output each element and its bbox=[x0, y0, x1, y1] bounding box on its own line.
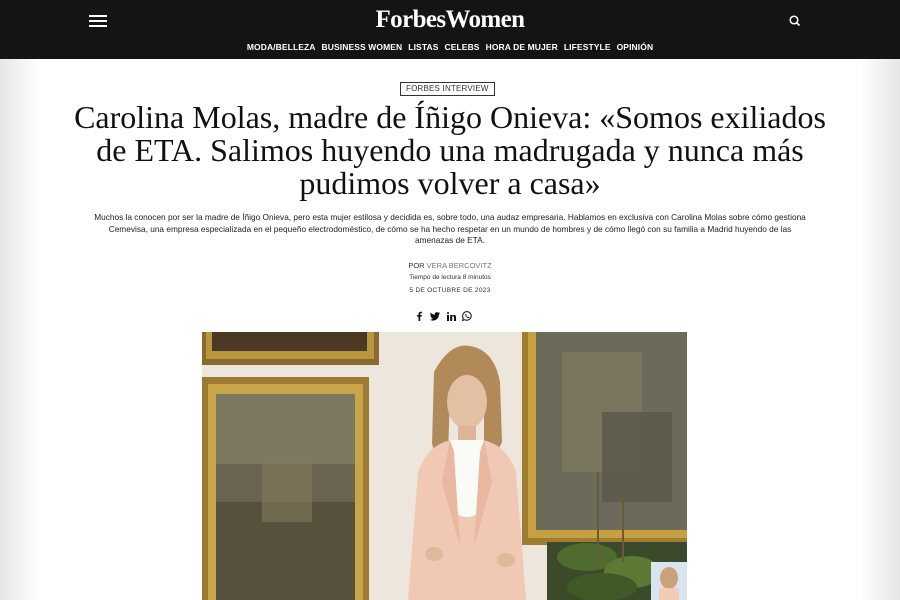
linkedin-icon[interactable] bbox=[446, 311, 456, 321]
nav-item-celebs[interactable]: CELEBS bbox=[445, 42, 480, 52]
top-bar: ForbesWomen MODA/BELLEZA BUSINESS WOMEN … bbox=[0, 0, 900, 59]
publish-date: 5 DE OCTUBRE DE 2023 bbox=[409, 287, 491, 294]
page-shadow-right bbox=[860, 59, 900, 600]
nav-item-moda-belleza[interactable]: MODA/BELLEZA bbox=[247, 42, 316, 52]
byline: POR VERA BERCOVITZ bbox=[0, 261, 900, 270]
article-dek: Muchos la conocen por ser la madre de Íñ… bbox=[94, 212, 806, 245]
nav-item-listas[interactable]: LISTAS bbox=[408, 42, 438, 52]
nav-item-hora-de-mujer[interactable]: HORA DE MUJER bbox=[486, 42, 558, 52]
whatsapp-icon[interactable] bbox=[462, 311, 472, 321]
main-nav: MODA/BELLEZA BUSINESS WOMEN LISTAS CELEB… bbox=[0, 42, 900, 52]
byline-prefix: POR bbox=[408, 261, 425, 270]
search-icon[interactable] bbox=[788, 14, 802, 28]
facebook-icon[interactable] bbox=[414, 311, 424, 321]
article-headline: Carolina Molas, madre de Íñigo Onieva: «… bbox=[74, 99, 826, 201]
nav-item-lifestyle[interactable]: LIFESTYLE bbox=[564, 42, 611, 52]
page-shadow-left bbox=[0, 59, 40, 600]
reading-time: Tiempo de lectura 8 minutos bbox=[409, 274, 491, 281]
nav-item-opinion[interactable]: OPINIÓN bbox=[617, 42, 654, 52]
nav-item-business-women[interactable]: BUSINESS WOMEN bbox=[322, 42, 403, 52]
section-tag[interactable]: FORBES INTERVIEW bbox=[400, 82, 495, 96]
hero-photo bbox=[202, 332, 687, 600]
brand-logo[interactable]: ForbesWomen bbox=[0, 6, 900, 34]
twitter-icon[interactable] bbox=[430, 311, 440, 321]
author-link[interactable]: VERA BERCOVITZ bbox=[427, 261, 492, 270]
share-bar bbox=[414, 310, 472, 322]
